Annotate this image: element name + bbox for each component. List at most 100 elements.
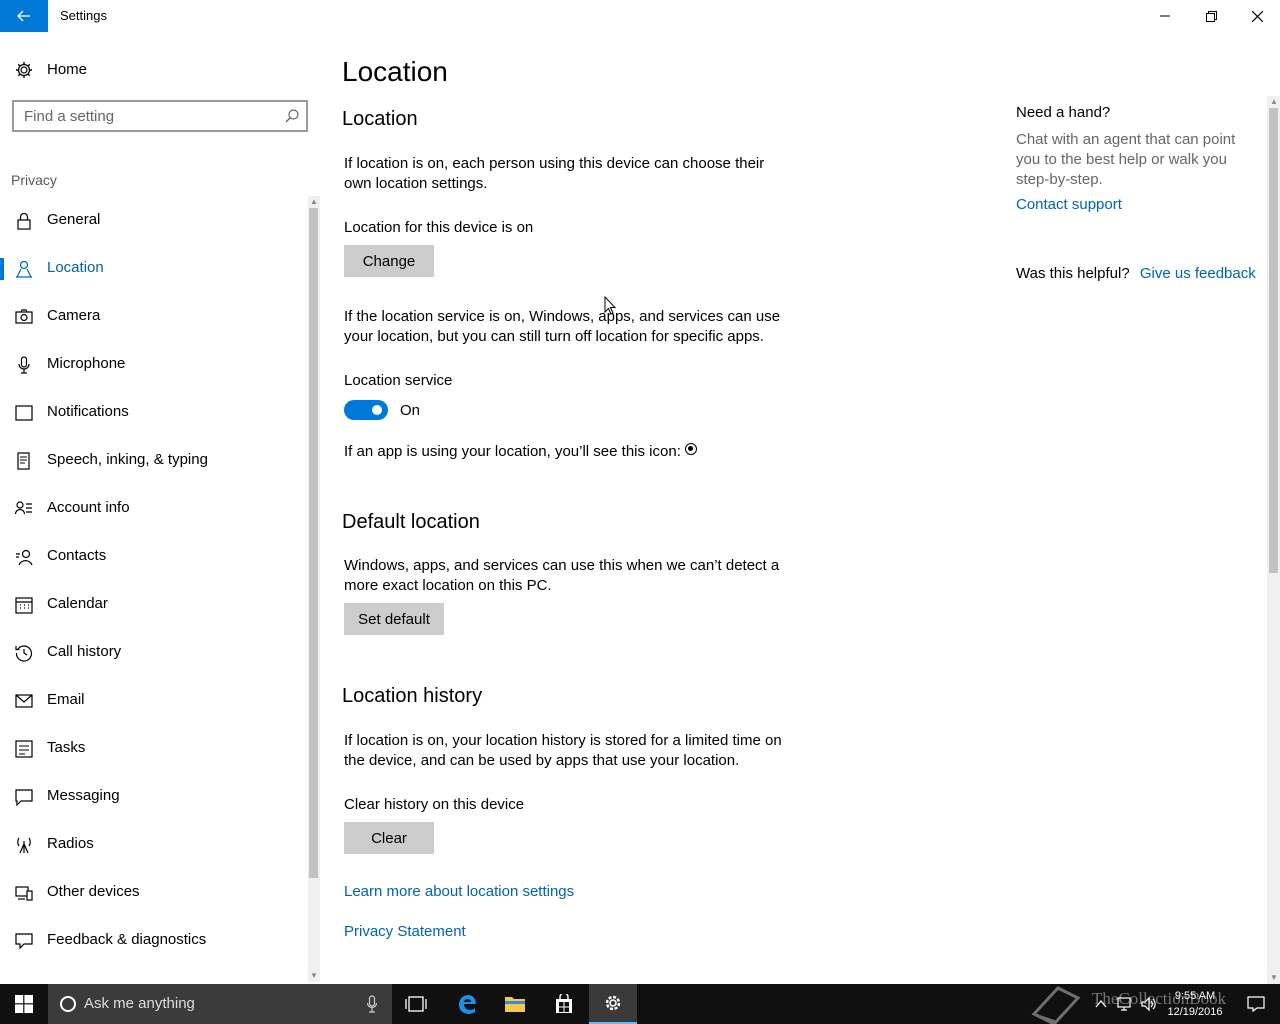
clock-date: 12/19/2016 bbox=[1167, 1006, 1223, 1018]
taskbar-clock[interactable]: 9:55 AM 12/19/2016 bbox=[1162, 988, 1228, 1020]
minimize-icon bbox=[1160, 15, 1170, 17]
store-bag-icon bbox=[556, 994, 572, 1013]
location-icon-note: If an app is using your location, you’ll… bbox=[344, 442, 844, 462]
start-button[interactable] bbox=[0, 984, 48, 1024]
calendar-icon bbox=[15, 597, 33, 614]
mouse-cursor-icon bbox=[604, 296, 616, 315]
back-arrow-icon bbox=[17, 10, 30, 22]
sidebar-item-email[interactable]: Email bbox=[0, 676, 308, 724]
sidebar-item-call-history[interactable]: Call history bbox=[0, 628, 308, 676]
sidebar-item-speech[interactable]: Speech, inking, & typing bbox=[0, 436, 308, 484]
chevron-up-icon[interactable] bbox=[1094, 998, 1108, 1010]
sidebar-item-notifications[interactable]: Notifications bbox=[0, 388, 308, 436]
main-scroll-thumb[interactable] bbox=[1269, 108, 1278, 573]
windows-logo-icon bbox=[15, 995, 33, 1013]
sidebar-item-label: Contacts bbox=[47, 547, 107, 564]
helpful-question-text: Was this helpful? bbox=[1016, 265, 1130, 282]
page-title: Location bbox=[342, 56, 448, 87]
sidebar-item-messaging[interactable]: Messaging bbox=[0, 772, 308, 820]
system-tray bbox=[1094, 984, 1158, 1024]
sidebar-item-label: Microphone bbox=[47, 355, 126, 372]
lock-icon bbox=[17, 212, 31, 230]
book-watermark-icon bbox=[1031, 986, 1081, 1024]
store-taskbar-button[interactable] bbox=[540, 984, 588, 1024]
tasks-icon bbox=[15, 740, 33, 758]
default-location-heading: Default location bbox=[342, 511, 480, 533]
sidebar-item-label: Location bbox=[47, 259, 104, 276]
scroll-up-arrow-icon[interactable]: ▲ bbox=[309, 197, 319, 207]
clock-time: 9:55 AM bbox=[1174, 990, 1216, 1002]
account-info-icon bbox=[15, 501, 32, 515]
edge-taskbar-button[interactable] bbox=[443, 984, 491, 1024]
sidebar-item-other-devices[interactable]: Other devices bbox=[0, 868, 308, 916]
sidebar-scrollbar[interactable]: ▲ ▼ bbox=[308, 196, 320, 982]
volume-icon[interactable] bbox=[1140, 996, 1158, 1012]
settings-search-input[interactable] bbox=[14, 102, 274, 130]
gear-icon bbox=[16, 62, 32, 78]
minimize-button[interactable] bbox=[1142, 0, 1188, 32]
sidebar-item-label: Feedback & diagnostics bbox=[47, 931, 207, 948]
privacy-statement-link[interactable]: Privacy Statement bbox=[344, 923, 466, 940]
sidebar: Home Privacy General Location Camera Mic… bbox=[0, 32, 320, 984]
scroll-down-arrow-icon[interactable]: ▼ bbox=[1269, 973, 1279, 983]
location-service-toggle[interactable] bbox=[344, 400, 388, 420]
camera-icon bbox=[15, 309, 33, 324]
network-icon[interactable] bbox=[1116, 996, 1134, 1012]
home-nav-item[interactable]: Home bbox=[0, 54, 300, 84]
restore-button[interactable] bbox=[1188, 0, 1234, 32]
back-button[interactable] bbox=[0, 0, 48, 32]
sidebar-scroll-thumb[interactable] bbox=[309, 208, 318, 878]
clear-history-button[interactable]: Clear bbox=[344, 822, 434, 854]
cortana-search-box[interactable]: Ask me anything bbox=[48, 984, 392, 1024]
close-button[interactable] bbox=[1234, 0, 1280, 32]
help-text: Chat with an agent that can point you to… bbox=[1016, 131, 1236, 188]
gear-icon bbox=[605, 995, 621, 1011]
location-person-icon bbox=[16, 260, 32, 278]
settings-search-box[interactable] bbox=[12, 100, 308, 132]
sidebar-item-feedback[interactable]: Feedback & diagnostics bbox=[0, 916, 308, 964]
learn-more-link[interactable]: Learn more about location settings bbox=[344, 883, 574, 900]
sidebar-item-radios[interactable]: Radios bbox=[0, 820, 308, 868]
feedback-icon bbox=[15, 933, 33, 950]
sidebar-item-label: General bbox=[47, 211, 101, 228]
change-button[interactable]: Change bbox=[344, 245, 434, 277]
toggle-state-label: On bbox=[400, 402, 421, 419]
notifications-icon bbox=[15, 405, 33, 421]
sidebar-item-camera[interactable]: Camera bbox=[0, 292, 308, 340]
location-in-use-icon bbox=[684, 443, 697, 455]
search-icon[interactable] bbox=[285, 109, 299, 123]
task-view-button[interactable] bbox=[392, 984, 440, 1024]
scroll-down-arrow-icon[interactable]: ▼ bbox=[309, 971, 319, 981]
contact-support-link[interactable]: Contact support bbox=[1016, 196, 1122, 213]
speech-icon bbox=[17, 452, 30, 470]
file-explorer-taskbar-button[interactable] bbox=[491, 984, 539, 1024]
sidebar-item-microphone[interactable]: Microphone bbox=[0, 340, 308, 388]
helpful-question: Was this helpful? Give us feedback bbox=[1016, 265, 1256, 282]
location-history-description: If location is on, your location history… bbox=[344, 732, 782, 769]
help-title: Need a hand? bbox=[1016, 104, 1111, 121]
sidebar-item-calendar[interactable]: Calendar bbox=[0, 580, 308, 628]
main-scrollbar[interactable]: ▲ ▼ bbox=[1267, 96, 1280, 984]
sidebar-item-general[interactable]: General bbox=[0, 196, 308, 244]
notification-bubble-icon bbox=[1247, 996, 1265, 1012]
task-view-icon bbox=[405, 996, 427, 1012]
action-center-button[interactable] bbox=[1232, 984, 1280, 1024]
toggle-knob bbox=[372, 405, 382, 415]
sidebar-item-contacts[interactable]: Contacts bbox=[0, 532, 308, 580]
sidebar-item-tasks[interactable]: Tasks bbox=[0, 724, 308, 772]
clear-history-label: Clear history on this device bbox=[344, 796, 525, 813]
scroll-up-arrow-icon[interactable]: ▲ bbox=[1269, 97, 1279, 107]
sidebar-item-account-info[interactable]: Account info bbox=[0, 484, 308, 532]
default-location-description: Windows, apps, and services can use this… bbox=[344, 557, 780, 594]
set-default-button[interactable]: Set default bbox=[344, 603, 444, 635]
sidebar-item-label: Calendar bbox=[47, 595, 108, 612]
edge-browser-icon bbox=[459, 995, 476, 1014]
settings-taskbar-button[interactable] bbox=[589, 984, 637, 1024]
give-feedback-link[interactable]: Give us feedback bbox=[1140, 265, 1256, 282]
sidebar-item-label: Email bbox=[47, 691, 85, 708]
title-bar: Settings bbox=[0, 0, 1280, 32]
sidebar-item-location[interactable]: Location bbox=[0, 244, 308, 292]
contacts-icon bbox=[16, 549, 33, 566]
sidebar-item-label: Camera bbox=[47, 307, 101, 324]
microphone-icon[interactable] bbox=[366, 995, 378, 1013]
